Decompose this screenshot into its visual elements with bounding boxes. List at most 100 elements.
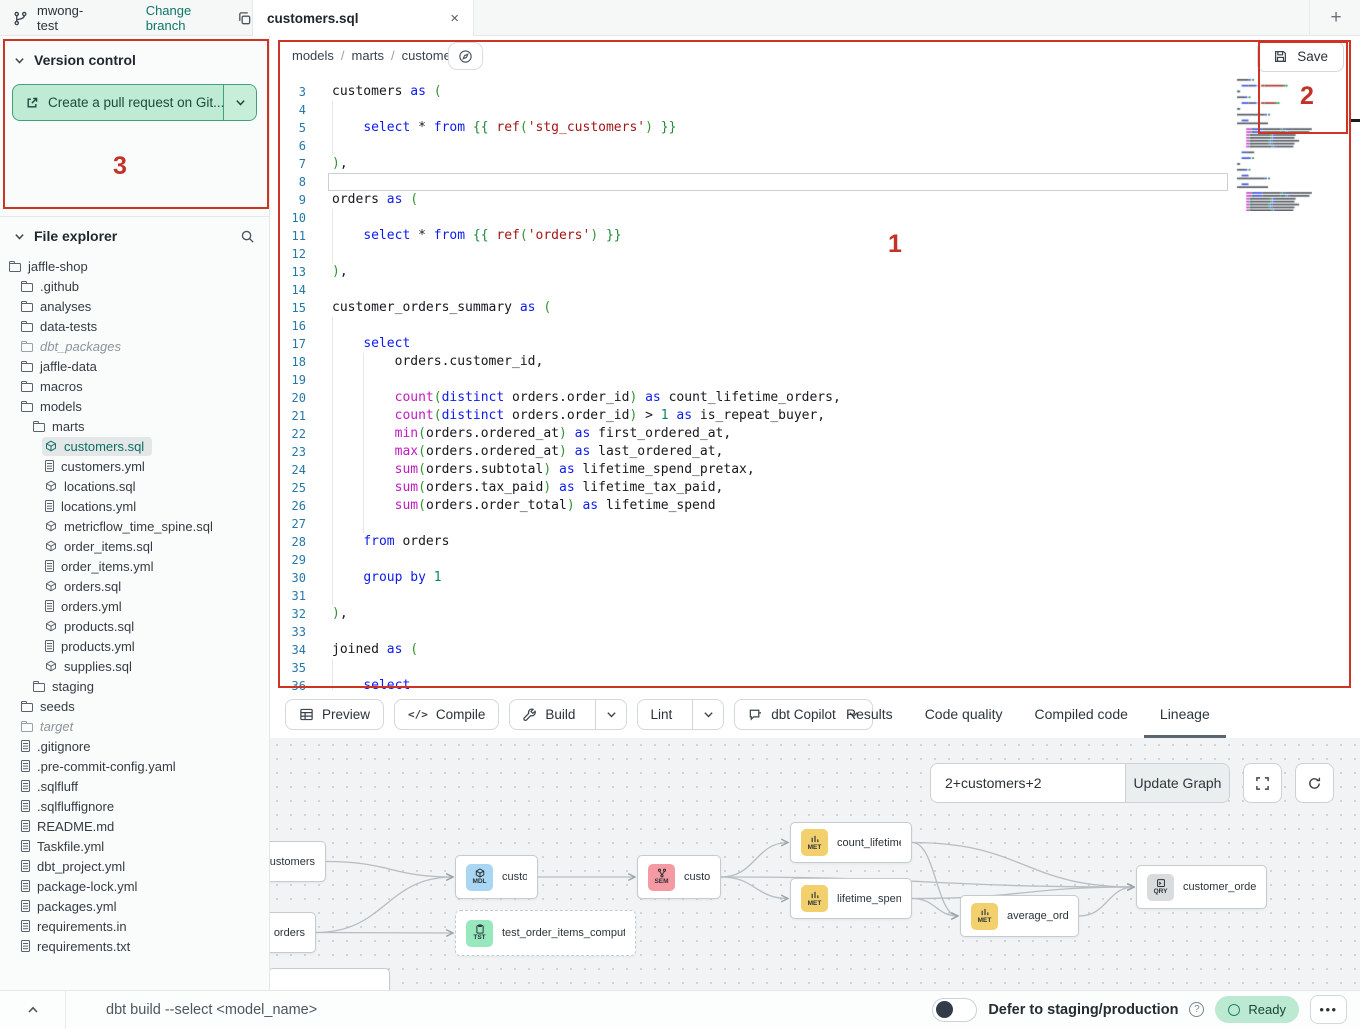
breadcrumb-models[interactable]: models <box>292 48 334 63</box>
help-icon[interactable]: ? <box>1189 1002 1204 1017</box>
code-line-15[interactable]: 15customer_orders_summary as ( <box>270 299 1360 317</box>
file-tree-item-orders.yml[interactable]: orders.yml <box>0 596 269 616</box>
file-tree-item-data-tests[interactable]: data-tests <box>0 316 269 336</box>
preview-button[interactable]: Preview <box>285 699 384 730</box>
command-input[interactable]: dbt build --select <model_name> <box>106 1002 317 1018</box>
defer-toggle[interactable] <box>932 998 977 1022</box>
lint-dropdown[interactable] <box>692 700 723 729</box>
file-explorer-header[interactable]: File explorer <box>0 217 269 252</box>
tab-lineage[interactable]: Lineage <box>1160 690 1210 738</box>
file-tree-item-.github[interactable]: .github <box>0 276 269 296</box>
tab-code-quality[interactable]: Code quality <box>925 690 1003 738</box>
file-tree-item-locations.sql[interactable]: locations.sql <box>0 476 269 496</box>
file-tree-item-locations.yml[interactable]: locations.yml <box>0 496 269 516</box>
file-tree-item-products.sql[interactable]: products.sql <box>0 616 269 636</box>
file-tree-item-customers.yml[interactable]: customers.yml <box>0 456 269 476</box>
file-tree-item-target[interactable]: target <box>0 716 269 736</box>
file-tree-item-README.md[interactable]: README.md <box>0 816 269 836</box>
code-line-9[interactable]: 9orders as ( <box>270 191 1360 209</box>
lineage-node-stg_customers[interactable]: stg_customers <box>270 841 326 882</box>
file-tree-item-requirements.txt[interactable]: requirements.txt <box>0 936 269 956</box>
code-line-5[interactable]: 5 select * from {{ ref('stg_customers') … <box>270 119 1360 137</box>
code-line-11[interactable]: 11 select * from {{ ref('orders') }} <box>270 227 1360 245</box>
expand-console-icon[interactable] <box>27 1004 39 1016</box>
code-line-24[interactable]: 24 sum(orders.subtotal) as lifetime_spen… <box>270 461 1360 479</box>
tab-results[interactable]: Results <box>846 690 893 738</box>
create-pr-dropdown[interactable] <box>223 85 256 120</box>
file-tree-item-requirements.in[interactable]: requirements.in <box>0 916 269 936</box>
search-icon[interactable] <box>240 229 255 244</box>
file-tree-item-supplies.sql[interactable]: supplies.sql <box>0 656 269 676</box>
code-line-3[interactable]: 3customers as ( <box>270 83 1360 101</box>
selector-input[interactable]: 2+customers+2 <box>931 764 1125 802</box>
file-tree-item-jaffle-shop[interactable]: jaffle-shop <box>0 256 269 276</box>
editor-tab-customers-sql[interactable]: customers.sql × <box>252 0 474 36</box>
code-line-22[interactable]: 22 min(orders.ordered_at) as first_order… <box>270 425 1360 443</box>
lineage-node-customers_sem[interactable]: SEMcustomers <box>637 855 721 899</box>
code-line-29[interactable]: 29 <box>270 551 1360 569</box>
file-tree-item-order_items.sql[interactable]: order_items.sql <box>0 536 269 556</box>
minimap[interactable] <box>1232 76 1312 211</box>
new-tab-button[interactable]: + <box>1325 7 1347 29</box>
code-line-12[interactable]: 12 <box>270 245 1360 263</box>
build-button[interactable]: Build <box>509 699 627 730</box>
file-tree-item-metricflow_time_spine.sql[interactable]: metricflow_time_spine.sql <box>0 516 269 536</box>
code-line-36[interactable]: 36 select <box>270 677 1360 690</box>
lint-button[interactable]: Lint <box>637 699 724 730</box>
code-line-20[interactable]: 20 count(distinct orders.order_id) as co… <box>270 389 1360 407</box>
code-line-32[interactable]: 32), <box>270 605 1360 623</box>
code-line-28[interactable]: 28 from orders <box>270 533 1360 551</box>
copy-branch-icon[interactable] <box>237 11 252 26</box>
create-pr-button[interactable]: Create a pull request on Git... <box>12 84 257 121</box>
code-line-30[interactable]: 30 group by 1 <box>270 569 1360 587</box>
build-dropdown[interactable] <box>595 700 626 729</box>
code-line-27[interactable]: 27 <box>270 515 1360 533</box>
lineage-node-customer_order_metrics[interactable]: QRYcustomer_order_metrics <box>1136 865 1267 909</box>
file-tree-item-customers.sql[interactable]: customers.sql <box>0 436 269 456</box>
code-line-21[interactable]: 21 count(distinct orders.order_id) > 1 a… <box>270 407 1360 425</box>
file-tree-item-.sqlfluffignore[interactable]: .sqlfluffignore <box>0 796 269 816</box>
code-line-6[interactable]: 6 <box>270 137 1360 155</box>
file-tree-item-package-lock.yml[interactable]: package-lock.yml <box>0 876 269 896</box>
code-line-33[interactable]: 33 <box>270 623 1360 641</box>
compile-button[interactable]: </> Compile <box>394 699 499 730</box>
file-tree-item-analyses[interactable]: analyses <box>0 296 269 316</box>
lineage-node-test_orders[interactable]: TSTtest_order_items_compute_to_bools... <box>455 910 636 956</box>
file-tree-item-models[interactable]: models <box>0 396 269 416</box>
file-tree-item-.sqlfluff[interactable]: .sqlfluff <box>0 776 269 796</box>
code-line-19[interactable]: 19 <box>270 371 1360 389</box>
lineage-node-partial_node[interactable] <box>270 968 390 990</box>
file-tree-item-Taskfile.yml[interactable]: Taskfile.yml <box>0 836 269 856</box>
code-line-16[interactable]: 16 <box>270 317 1360 335</box>
lineage-node-customers_mdl[interactable]: MDLcustomers <box>455 855 538 899</box>
code-line-4[interactable]: 4 <box>270 101 1360 119</box>
file-tree-item-staging[interactable]: staging <box>0 676 269 696</box>
file-tree-item-dbt_project.yml[interactable]: dbt_project.yml <box>0 856 269 876</box>
update-graph-button[interactable]: Update Graph <box>1125 764 1229 802</box>
code-line-14[interactable]: 14 <box>270 281 1360 299</box>
lineage-node-count_lifetime_orders[interactable]: METcount_lifetime_orders <box>790 822 912 863</box>
lineage-canvas[interactable]: stg_customersorders MDLcustomers TSTtest_o… <box>270 738 1360 990</box>
refresh-button[interactable] <box>1295 763 1334 803</box>
file-tree-item-jaffle-data[interactable]: jaffle-data <box>0 356 269 376</box>
code-line-10[interactable]: 10 <box>270 209 1360 227</box>
code-line-23[interactable]: 23 max(orders.ordered_at) as last_ordere… <box>270 443 1360 461</box>
code-line-25[interactable]: 25 sum(orders.tax_paid) as lifetime_tax_… <box>270 479 1360 497</box>
copilot-button[interactable] <box>448 42 483 70</box>
file-tree-item-marts[interactable]: marts <box>0 416 269 436</box>
more-options-button[interactable]: ••• <box>1310 995 1347 1024</box>
code-line-18[interactable]: 18 orders.customer_id, <box>270 353 1360 371</box>
lineage-node-average_order_value[interactable]: METaverage_order_value <box>960 895 1079 937</box>
save-button[interactable]: Save <box>1257 41 1344 72</box>
tab-compiled-code[interactable]: Compiled code <box>1035 690 1128 738</box>
file-tree-item-dbt_packages[interactable]: dbt_packages <box>0 336 269 356</box>
breadcrumb-marts[interactable]: marts <box>352 48 385 63</box>
code-line-7[interactable]: 7), <box>270 155 1360 173</box>
fullscreen-button[interactable] <box>1243 763 1282 803</box>
change-branch-link[interactable]: Change branch <box>146 3 222 33</box>
file-tree-item-packages.yml[interactable]: packages.yml <box>0 896 269 916</box>
tab-close-icon[interactable]: × <box>450 11 459 26</box>
lineage-node-orders[interactable]: orders <box>270 912 316 953</box>
lineage-node-lifetime_spend_pretax[interactable]: METlifetime_spend_pretax <box>790 878 912 919</box>
code-line-31[interactable]: 31 <box>270 587 1360 605</box>
